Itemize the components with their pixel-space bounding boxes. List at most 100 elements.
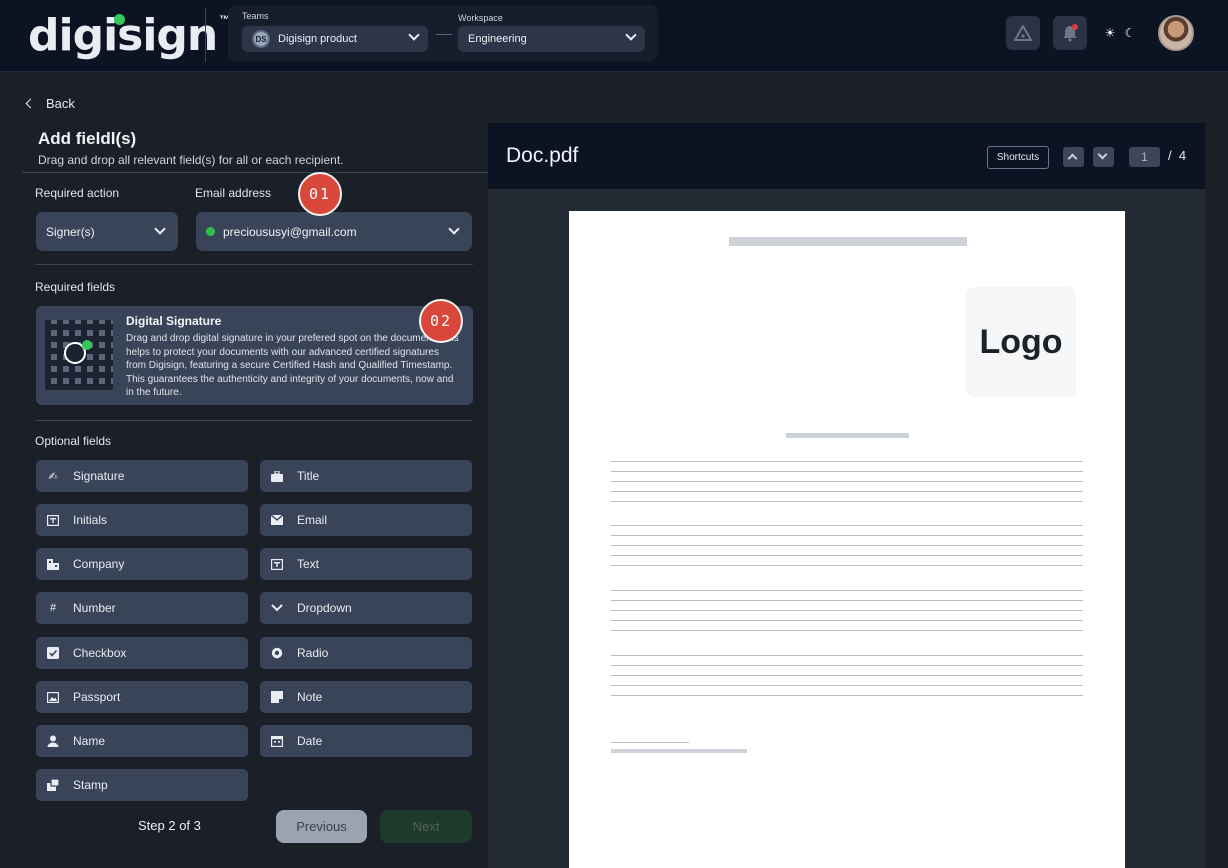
radio-icon (270, 646, 284, 660)
field-passport[interactable]: Passport (36, 681, 248, 713)
placeholder-line (611, 491, 1083, 492)
field-title[interactable]: Title (260, 460, 472, 492)
field-initials[interactable]: Initials (36, 504, 248, 536)
user-avatar[interactable] (1158, 15, 1194, 51)
field-company[interactable]: Company (36, 548, 248, 580)
field-number[interactable]: # Number (36, 592, 248, 624)
notifications-button[interactable] (1053, 16, 1087, 50)
chevron-down-icon (625, 29, 637, 41)
email-address-label: Email address (195, 186, 272, 200)
field-label: Stamp (73, 778, 108, 792)
text-icon (270, 557, 284, 571)
document-page[interactable]: Logo (569, 211, 1125, 868)
field-label: Passport (73, 690, 121, 704)
placeholder-line (611, 695, 1083, 696)
header-divider (205, 8, 206, 62)
field-checkbox[interactable]: Checkbox (36, 637, 248, 669)
mail-icon (270, 513, 284, 527)
placeholder-line (611, 461, 1083, 462)
field-date[interactable]: Date (260, 725, 472, 757)
field-dropdown[interactable]: Dropdown (260, 592, 472, 624)
email-address-value: precioususyi@gmail.com (223, 224, 357, 239)
bell-icon (1063, 24, 1078, 42)
section-divider (35, 420, 473, 421)
shortcuts-button[interactable]: Shortcuts (987, 146, 1049, 169)
placeholder-line (611, 630, 1083, 631)
field-label: Title (297, 469, 320, 483)
verified-check-icon (82, 340, 92, 350)
back-link[interactable]: Back (25, 96, 75, 111)
teams-label: Teams (242, 11, 269, 21)
theme-toggle[interactable]: ☀ ☾ (1100, 24, 1140, 42)
teams-select[interactable]: DS Digisign product (242, 26, 428, 52)
required-action-label: Required action (35, 186, 120, 200)
placeholder-heading (729, 237, 967, 246)
digital-signature-title: Digital Signature (126, 314, 222, 328)
document-header: Doc.pdf Shortcuts 1 / 4 (488, 123, 1205, 189)
field-text[interactable]: Text (260, 548, 472, 580)
next-page-button[interactable] (1093, 147, 1114, 167)
current-page-input[interactable]: 1 (1129, 147, 1160, 167)
field-signature[interactable]: ✍ Signature (36, 460, 248, 492)
logo-check-icon (114, 14, 125, 25)
teams-select-value: Digisign product (278, 33, 357, 45)
field-name[interactable]: Name (36, 725, 248, 757)
previous-button[interactable]: Previous (276, 810, 367, 843)
building-icon (46, 557, 60, 571)
field-label: Company (73, 557, 125, 571)
document-name: Doc.pdf (506, 144, 579, 167)
page-count: / 4 (1168, 148, 1186, 163)
next-button[interactable]: Next (380, 810, 472, 843)
placeholder-line (611, 471, 1083, 472)
title-divider (22, 172, 488, 173)
warning-button[interactable] (1006, 16, 1040, 50)
moon-icon: ☾ (1124, 26, 1136, 40)
placeholder-subheading (786, 433, 909, 438)
hash-icon: # (49, 602, 57, 614)
workspace-label: Workspace (458, 13, 503, 23)
sun-icon: ☀ (1104, 26, 1116, 40)
field-label: Dropdown (297, 601, 352, 615)
warning-icon (1014, 25, 1032, 41)
placeholder-line (611, 675, 1083, 676)
back-label: Back (46, 96, 75, 111)
chevron-down-icon (154, 223, 166, 235)
required-action-value: Signer(s) (46, 224, 95, 239)
field-label: Signature (73, 469, 125, 483)
field-label: Email (297, 513, 328, 527)
placeholder-line (611, 525, 1083, 526)
team-workspace-selector: Teams DS Digisign product Workspace Engi… (228, 5, 658, 61)
placeholder-line (611, 665, 1083, 666)
initials-icon (46, 513, 60, 527)
placeholder-line (611, 610, 1083, 611)
field-email[interactable]: Email (260, 504, 472, 536)
field-label: Date (297, 734, 323, 748)
chevron-down-icon (1097, 149, 1108, 160)
team-avatar: DS (252, 30, 270, 48)
optional-fields-label: Optional fields (35, 434, 112, 448)
digital-signature-field[interactable]: Digital Signature Drag and drop digital … (36, 306, 473, 405)
chevron-up-icon (1067, 153, 1078, 164)
placeholder-line (611, 501, 1083, 502)
placeholder-line (611, 600, 1083, 601)
required-action-select[interactable]: Signer(s) (36, 212, 178, 251)
field-label: Number (73, 601, 116, 615)
top-bar: digisign ™ Teams DS Digisign product Wor… (0, 0, 1228, 72)
section-divider (35, 264, 473, 265)
previous-page-button[interactable] (1063, 147, 1084, 167)
digital-signature-description: Drag and drop digital signature in your … (126, 333, 459, 398)
email-address-select[interactable]: precioususyi@gmail.com (196, 212, 472, 251)
chevron-down-icon (270, 601, 284, 615)
workspace-select-value: Engineering (468, 33, 527, 45)
panel-title: Add fieldl(s) (38, 129, 137, 148)
workspace-select[interactable]: Engineering (458, 26, 645, 52)
field-note[interactable]: Note (260, 681, 472, 713)
digisign-logo[interactable]: digisign ™ (28, 10, 230, 62)
field-radio[interactable]: Radio (260, 637, 472, 669)
field-stamp[interactable]: Stamp (36, 769, 248, 801)
chevron-down-icon (408, 29, 420, 41)
placeholder-line (611, 590, 1083, 591)
field-label: Initials (73, 513, 108, 527)
selector-connector (436, 34, 452, 35)
total-pages: 4 (1178, 148, 1187, 163)
